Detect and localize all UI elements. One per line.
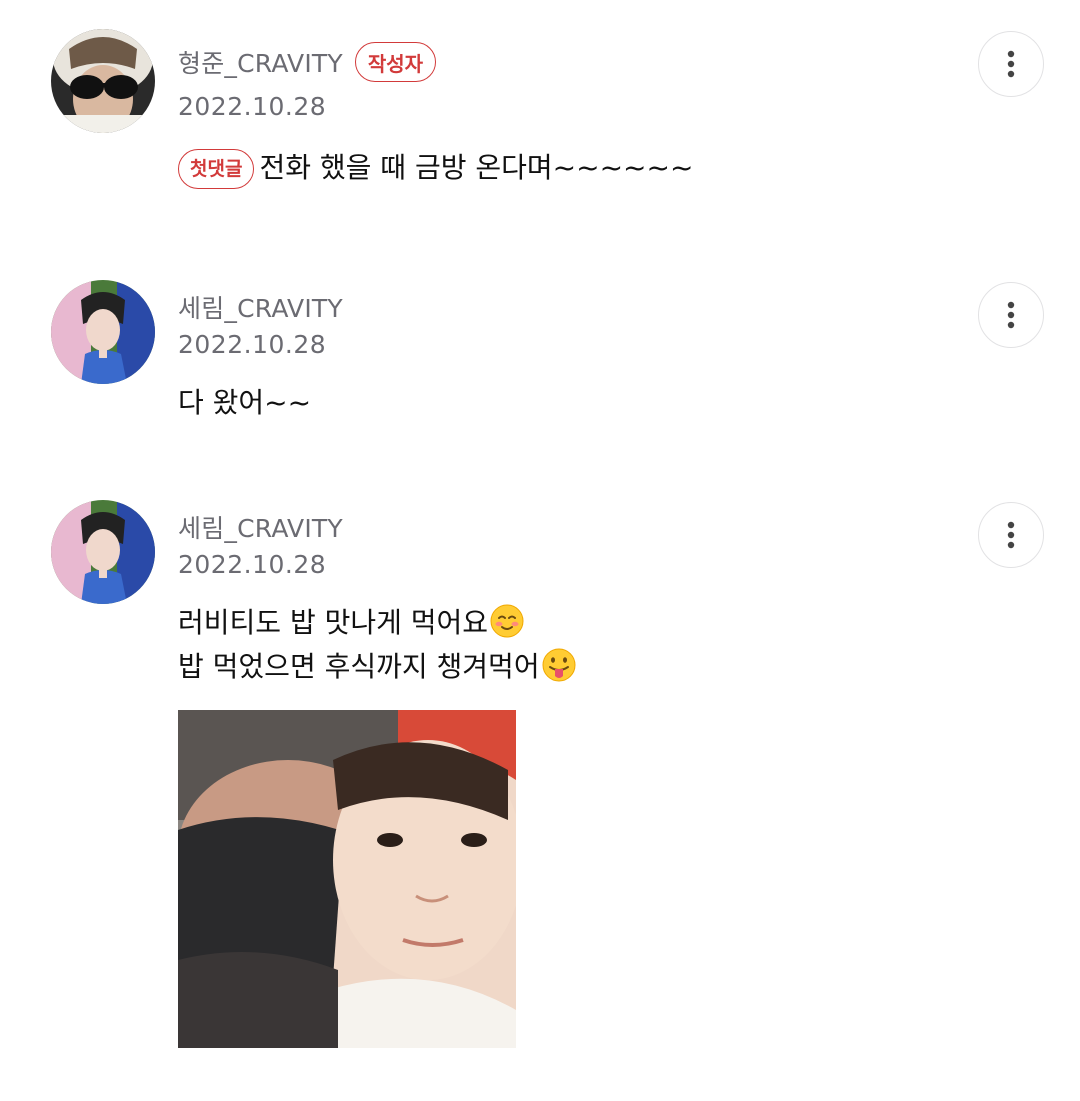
comment-item: 세림_CRAVITY 2022.10.28 다 왔어~~ bbox=[0, 260, 1080, 460]
avatar[interactable] bbox=[51, 29, 155, 133]
comment-date: 2022.10.28 bbox=[178, 330, 327, 359]
avatar-image bbox=[51, 280, 155, 384]
comment-date: 2022.10.28 bbox=[178, 550, 327, 579]
smiling-blush-emoji bbox=[490, 604, 524, 638]
comment-line: 러비티도 밥 맛나게 먹어요 bbox=[178, 601, 577, 645]
author-name[interactable]: 세림_CRAVITY bbox=[178, 509, 343, 545]
author-line: 형준_CRAVITY 작성자 bbox=[178, 42, 437, 82]
avatar[interactable] bbox=[51, 280, 155, 384]
tongue-out-emoji bbox=[542, 648, 576, 682]
more-vertical-icon bbox=[1007, 521, 1015, 549]
comment-text-content: 다 왔어~~ bbox=[178, 386, 312, 419]
comment-line-text: 러비티도 밥 맛나게 먹어요 bbox=[178, 606, 489, 639]
more-options-button[interactable] bbox=[978, 31, 1044, 97]
avatar-image bbox=[51, 500, 155, 604]
avatar-image bbox=[51, 29, 155, 133]
author-line: 세림_CRAVITY bbox=[178, 507, 343, 547]
more-options-button[interactable] bbox=[978, 502, 1044, 568]
comment-line: 밥 먹었으면 후식까지 챙겨먹어 bbox=[178, 645, 577, 689]
author-name[interactable]: 세림_CRAVITY bbox=[178, 289, 343, 325]
comment-line-text: 밥 먹었으면 후식까지 챙겨먹어 bbox=[178, 650, 540, 683]
comment-text-content: 전화 했을 때 금방 온다며~~~~~~ bbox=[259, 151, 694, 184]
comment-text: 다 왔어~~ bbox=[178, 381, 311, 425]
author-line: 세림_CRAVITY bbox=[178, 287, 343, 327]
comment-text: 러비티도 밥 맛나게 먹어요 밥 먹었으면 후식까지 챙겨먹어 bbox=[178, 601, 577, 689]
attached-photo[interactable] bbox=[178, 710, 516, 1048]
author-name[interactable]: 형준_CRAVITY bbox=[178, 44, 343, 80]
comment-text: 첫댓글 전화 했을 때 금방 온다며~~~~~~ bbox=[178, 146, 693, 190]
first-comment-badge: 첫댓글 bbox=[178, 149, 255, 189]
comment-date: 2022.10.28 bbox=[178, 92, 327, 121]
photo-image bbox=[178, 710, 516, 1048]
more-options-button[interactable] bbox=[978, 282, 1044, 348]
comment-item: 형준_CRAVITY 작성자 2022.10.28 첫댓글 전화 했을 때 금방 … bbox=[0, 0, 1080, 230]
comment-item: 세림_CRAVITY 2022.10.28 러비티도 밥 맛나게 먹어요 밥 먹… bbox=[0, 480, 1080, 1080]
more-vertical-icon bbox=[1007, 301, 1015, 329]
more-vertical-icon bbox=[1007, 50, 1015, 78]
avatar[interactable] bbox=[51, 500, 155, 604]
writer-badge: 작성자 bbox=[354, 42, 437, 82]
